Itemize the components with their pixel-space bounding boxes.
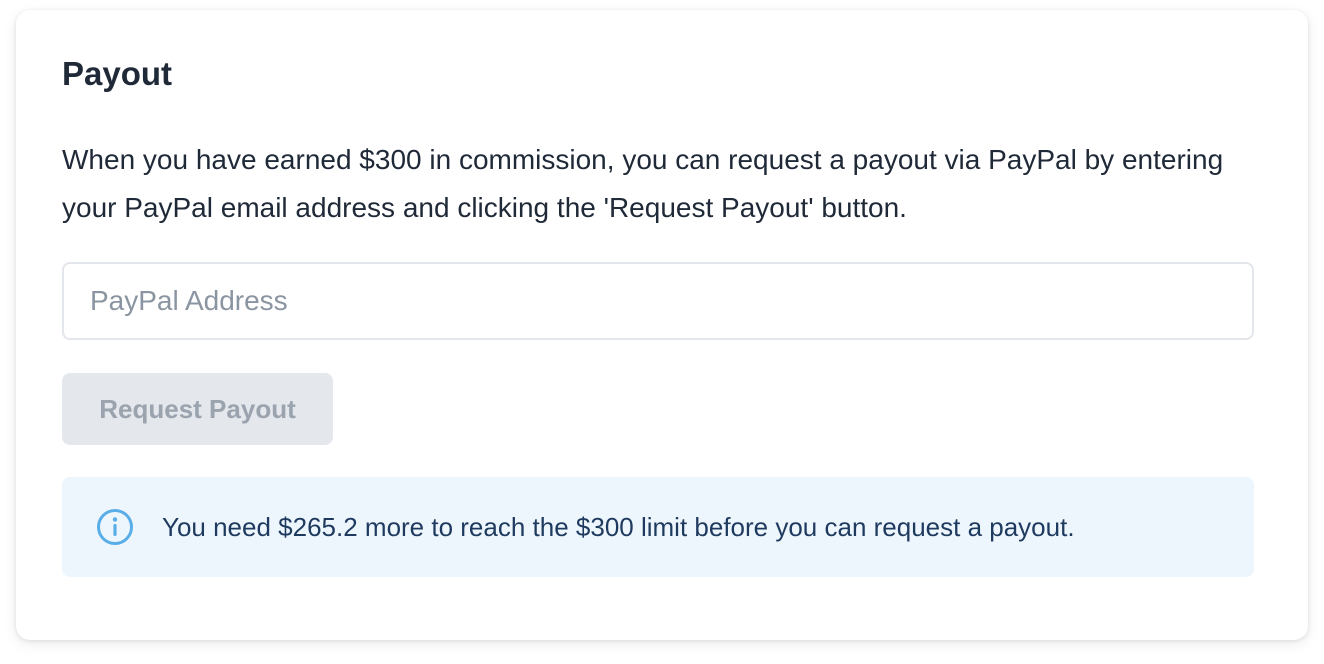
payout-description: When you have earned $300 in commission,… xyxy=(62,144,1224,223)
info-circle-icon xyxy=(96,508,134,546)
request-payout-button[interactable]: Request Payout xyxy=(62,373,333,445)
payout-title: Payout xyxy=(62,55,173,92)
payout-card: Payout When you have earned $300 in comm… xyxy=(16,10,1308,640)
info-alert: You need $265.2 more to reach the $300 l… xyxy=(62,477,1254,577)
info-message: You need $265.2 more to reach the $300 l… xyxy=(162,512,1075,542)
paypal-address-input[interactable] xyxy=(62,262,1254,340)
